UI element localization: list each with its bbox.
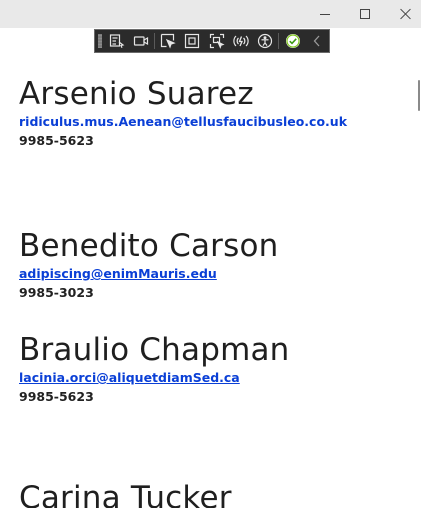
contact-email-link[interactable]: ridiculus.mus.Aenean@tellusfaucibusleo.c… bbox=[19, 114, 347, 130]
track-focus-button[interactable] bbox=[205, 30, 229, 52]
vertical-scrollbar[interactable] bbox=[418, 80, 420, 111]
maximize-icon bbox=[360, 9, 370, 19]
close-button[interactable] bbox=[385, 0, 421, 28]
contact-email-link[interactable]: adipiscing@enimMauris.edu bbox=[19, 266, 278, 282]
display-layout-adorners-button[interactable] bbox=[180, 30, 204, 52]
in-app-debug-toolbar bbox=[94, 29, 330, 53]
toolbar-drag-handle[interactable] bbox=[95, 30, 104, 52]
minimize-button[interactable] bbox=[305, 0, 345, 28]
close-icon bbox=[399, 8, 411, 20]
contact-item[interactable]: Benedito Carson adipiscing@enimMauris.ed… bbox=[19, 228, 278, 301]
collapse-toolbar-button[interactable] bbox=[305, 30, 329, 52]
app-window: Arsenio Suarez ridiculus.mus.Aenean@tell… bbox=[0, 0, 421, 508]
contact-name: Carina Tucker bbox=[19, 480, 232, 508]
toolbar-separator bbox=[153, 33, 155, 49]
contact-phone: 9985-5623 bbox=[19, 133, 94, 148]
check-circle-icon bbox=[285, 34, 300, 48]
contact-item[interactable]: Arsenio Suarez ridiculus.mus.Aenean@tell… bbox=[19, 76, 347, 149]
accessibility-checker-button[interactable] bbox=[253, 30, 277, 52]
accessibility-icon bbox=[258, 33, 273, 49]
contact-item[interactable]: Braulio Chapman lacinia.orci@aliquetdiam… bbox=[19, 332, 290, 405]
track-focus-icon bbox=[209, 33, 225, 49]
select-element-button[interactable] bbox=[156, 30, 180, 52]
contact-item[interactable]: Carina Tucker bbox=[19, 480, 232, 508]
contact-email-link[interactable]: lacinia.orci@aliquetdiamSed.ca bbox=[19, 370, 290, 386]
hot-reload-icon bbox=[233, 35, 249, 47]
video-camera-icon bbox=[133, 36, 148, 46]
title-bar bbox=[0, 0, 421, 28]
collapse-chevron-icon bbox=[313, 35, 320, 47]
live-visual-tree-button[interactable] bbox=[104, 30, 128, 52]
maximize-button[interactable] bbox=[345, 0, 385, 28]
record-video-button[interactable] bbox=[129, 30, 153, 52]
display-layout-adorners-icon bbox=[185, 33, 200, 49]
contact-name: Benedito Carson bbox=[19, 228, 279, 264]
contact-phone: 9985-3023 bbox=[19, 285, 94, 300]
contact-name: Arsenio Suarez bbox=[19, 76, 254, 112]
live-visual-tree-icon bbox=[109, 34, 124, 48]
hot-reload-button[interactable] bbox=[229, 30, 253, 52]
status-check-button[interactable] bbox=[280, 30, 304, 52]
toolbar-separator bbox=[278, 33, 280, 49]
select-element-icon bbox=[160, 33, 176, 49]
grip-icon bbox=[97, 34, 102, 48]
contact-name: Braulio Chapman bbox=[19, 332, 290, 368]
minimize-icon bbox=[320, 13, 330, 15]
contact-phone: 9985-5623 bbox=[19, 389, 94, 404]
